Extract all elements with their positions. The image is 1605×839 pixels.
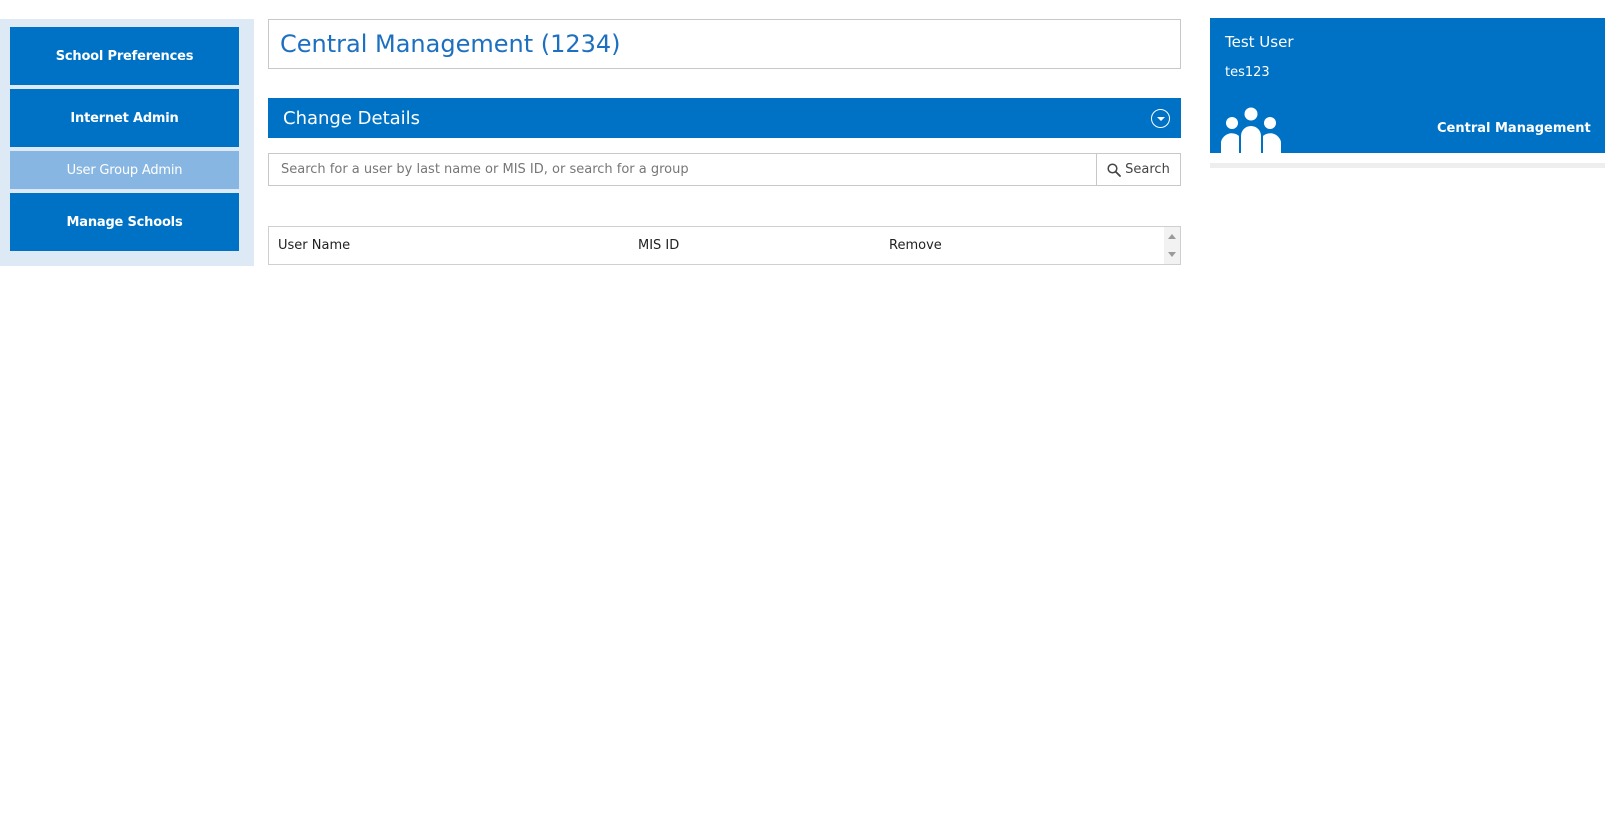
- column-header-mis-id[interactable]: MIS ID: [638, 227, 679, 264]
- nav-internet-admin[interactable]: Internet Admin: [10, 89, 239, 147]
- sidebar-nav: School Preferences Internet Admin User G…: [0, 19, 254, 266]
- user-organisation: Central Management: [1437, 121, 1591, 136]
- search-input[interactable]: [268, 153, 1096, 186]
- column-header-user-name[interactable]: User Name: [278, 227, 350, 264]
- page-title: Central Management (1234): [280, 30, 621, 58]
- users-table: User Name MIS ID Remove: [268, 226, 1181, 265]
- nav-user-group-admin[interactable]: User Group Admin: [10, 151, 239, 189]
- section-title: Change Details: [283, 107, 421, 129]
- search-button-label: Search: [1125, 162, 1170, 177]
- page-title-box: Central Management (1234): [268, 19, 1181, 69]
- user-id: tes123: [1225, 65, 1270, 80]
- user-card: Test User tes123 Central Management: [1210, 18, 1605, 153]
- section-header-change-details[interactable]: Change Details: [268, 98, 1181, 138]
- search-icon: [1107, 162, 1122, 177]
- group-icon: [1221, 107, 1281, 153]
- nav-manage-schools[interactable]: Manage Schools: [10, 193, 239, 251]
- user-name: Test User: [1225, 33, 1294, 51]
- nav-school-preferences[interactable]: School Preferences: [10, 27, 239, 85]
- card-divider: [1210, 163, 1605, 168]
- scroll-down-icon[interactable]: [1168, 252, 1176, 257]
- search-button[interactable]: Search: [1096, 153, 1181, 186]
- chevron-down-circle-icon[interactable]: [1151, 108, 1170, 128]
- scroll-up-icon[interactable]: [1168, 234, 1176, 239]
- column-header-remove[interactable]: Remove: [889, 227, 942, 264]
- table-scrollbar[interactable]: [1164, 227, 1180, 264]
